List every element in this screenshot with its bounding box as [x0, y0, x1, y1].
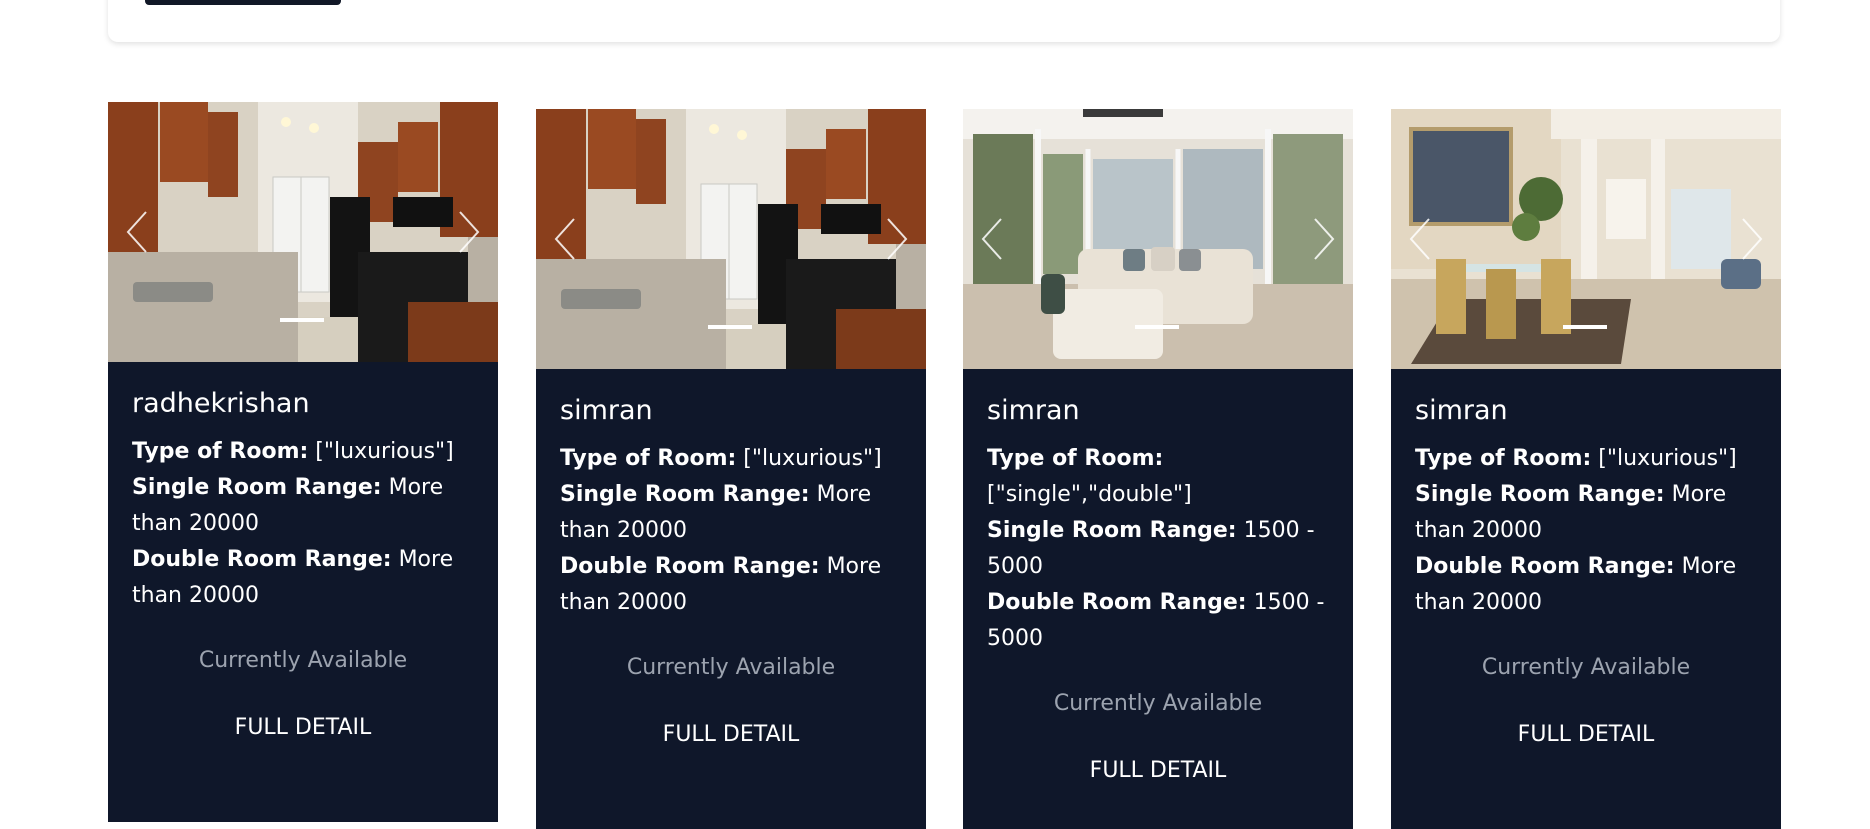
room-card: simran Type of Room: ["luxurious"] Singl…	[1391, 109, 1781, 829]
room-type-label: Type of Room:	[560, 446, 737, 472]
sunroom-photo	[963, 109, 1353, 369]
carousel-indicator[interactable]	[1135, 325, 1179, 329]
double-room-range: Double Room Range: More than 20000	[560, 549, 902, 621]
room-type-value: ["single","double"]	[987, 482, 1192, 508]
carousel-prev-button[interactable]	[550, 209, 580, 269]
carousel-indicator[interactable]	[1563, 325, 1607, 329]
search-button[interactable]	[145, 0, 341, 5]
room-type: Type of Room: ["luxurious"]	[132, 434, 474, 470]
single-room-range-label: Single Room Range:	[132, 475, 382, 501]
chevron-right-icon	[459, 211, 480, 253]
double-room-range: Double Room Range: 1500 - 5000	[987, 585, 1329, 657]
room-type: Type of Room: ["single","double"]	[987, 441, 1329, 513]
owner-name: radhekrishan	[132, 388, 310, 419]
room-photo-carousel	[963, 109, 1353, 369]
room-type-label: Type of Room:	[987, 446, 1164, 472]
carousel-next-button[interactable]	[882, 209, 912, 269]
filter-panel	[108, 0, 1780, 42]
room-photo-carousel	[108, 102, 498, 362]
owner-name: simran	[1415, 395, 1508, 426]
carousel-indicator[interactable]	[280, 318, 324, 322]
double-room-range-label: Double Room Range:	[132, 547, 392, 573]
single-room-range-label: Single Room Range:	[987, 518, 1237, 544]
room-card: simran Type of Room: ["single","double"]…	[963, 109, 1353, 829]
chevron-left-icon	[554, 218, 575, 260]
availability-status: Currently Available	[198, 648, 408, 674]
room-type-label: Type of Room:	[132, 439, 309, 465]
availability-status: Currently Available	[626, 655, 836, 681]
chevron-left-icon	[126, 211, 147, 253]
single-room-range-label: Single Room Range:	[1415, 482, 1665, 508]
single-room-range: Single Room Range: More than 20000	[560, 477, 902, 549]
room-card: simran Type of Room: ["luxurious"] Singl…	[536, 109, 926, 829]
carousel-prev-button[interactable]	[122, 202, 152, 262]
double-room-range: Double Room Range: More than 20000	[1415, 549, 1757, 621]
carousel-next-button[interactable]	[454, 202, 484, 262]
full-detail-link[interactable]: FULL DETAIL	[987, 758, 1329, 783]
single-room-range: Single Room Range: More than 20000	[1415, 477, 1757, 549]
single-room-range-label: Single Room Range:	[560, 482, 810, 508]
kitchen-photo	[536, 109, 926, 369]
room-photo-carousel	[1391, 109, 1781, 369]
chevron-left-icon	[1409, 218, 1430, 260]
room-type: Type of Room: ["luxurious"]	[1415, 441, 1757, 477]
carousel-prev-button[interactable]	[1405, 209, 1435, 269]
owner-name: simran	[560, 395, 653, 426]
room-type-value: ["luxurious"]	[308, 439, 454, 465]
double-room-range-label: Double Room Range:	[987, 590, 1247, 616]
chevron-right-icon	[1742, 218, 1763, 260]
full-detail-link[interactable]: FULL DETAIL	[1415, 722, 1757, 747]
room-photo-carousel	[536, 109, 926, 369]
single-room-range: Single Room Range: More than 20000	[132, 470, 474, 542]
room-type-value: ["luxurious"]	[736, 446, 882, 472]
double-room-range-label: Double Room Range:	[560, 554, 820, 580]
carousel-next-button[interactable]	[1737, 209, 1767, 269]
single-room-range: Single Room Range: 1500 - 5000	[987, 513, 1329, 585]
availability-status: Currently Available	[1481, 655, 1691, 681]
chevron-right-icon	[887, 218, 908, 260]
owner-name: simran	[987, 395, 1080, 426]
double-room-range: Double Room Range: More than 20000	[132, 542, 474, 614]
full-detail-link[interactable]: FULL DETAIL	[132, 715, 474, 740]
chevron-right-icon	[1314, 218, 1335, 260]
carousel-prev-button[interactable]	[977, 209, 1007, 269]
carousel-indicator[interactable]	[708, 325, 752, 329]
room-type-label: Type of Room:	[1415, 446, 1592, 472]
chevron-left-icon	[981, 218, 1002, 260]
dining-room-photo	[1391, 109, 1781, 369]
full-detail-link[interactable]: FULL DETAIL	[560, 722, 902, 747]
kitchen-photo	[108, 102, 498, 362]
room-card: radhekrishan Type of Room: ["luxurious"]…	[108, 102, 498, 822]
availability-status: Currently Available	[1053, 691, 1263, 717]
double-room-range-label: Double Room Range:	[1415, 554, 1675, 580]
carousel-next-button[interactable]	[1309, 209, 1339, 269]
room-type: Type of Room: ["luxurious"]	[560, 441, 902, 477]
room-type-value: ["luxurious"]	[1591, 446, 1737, 472]
